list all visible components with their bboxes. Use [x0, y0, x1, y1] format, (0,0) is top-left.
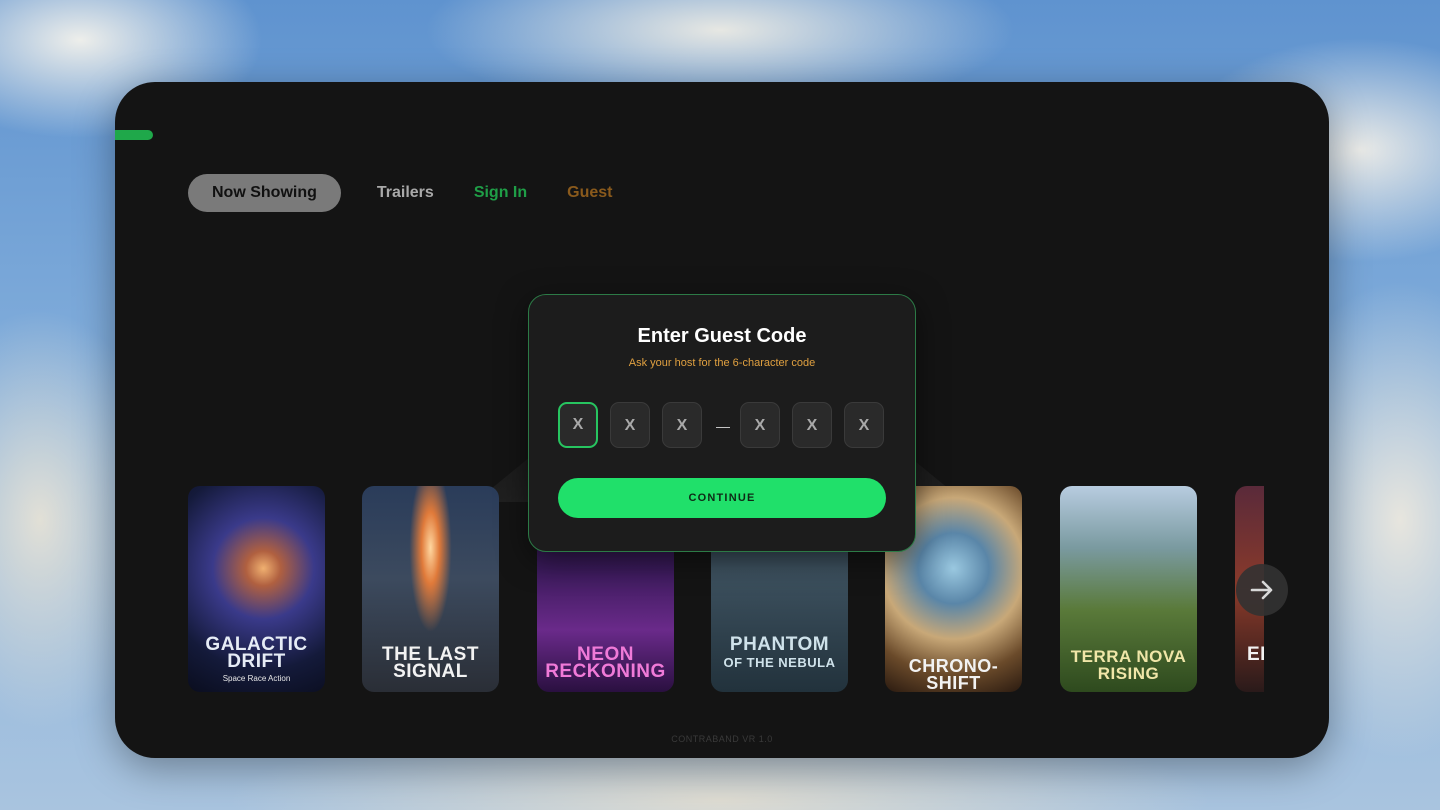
movie-title-line2: RECKONING	[545, 661, 666, 682]
continue-button[interactable]: CONTINUE	[558, 478, 886, 518]
nav-sign-in[interactable]: Sign In	[454, 174, 547, 212]
code-char-input-6[interactable]: X	[844, 402, 884, 448]
movie-title-line2: OF THE NEBULA	[723, 655, 836, 670]
code-char-input-3[interactable]: X	[662, 402, 702, 448]
movie-title-line2: RISING	[1097, 664, 1160, 683]
top-nav: Now Showing Trailers Sign In Guest	[188, 174, 632, 212]
accent-indicator	[115, 130, 153, 140]
code-char-input-5[interactable]: X	[792, 402, 832, 448]
movie-title-line2: SIGNAL	[393, 661, 468, 682]
movie-card-terra-nova-rising[interactable]: TERRA NOVA RISING	[1060, 486, 1197, 692]
guest-code-dialog: Enter Guest Code Ask your host for the 6…	[528, 294, 916, 552]
dialog-title: Enter Guest Code	[637, 325, 807, 347]
arrow-right-icon	[1250, 580, 1273, 600]
code-char-input-4[interactable]: X	[740, 402, 780, 448]
movie-tagline: Space Race Action	[222, 674, 291, 683]
code-separator: —	[716, 418, 730, 434]
nav-guest[interactable]: Guest	[547, 174, 632, 212]
nav-trailers[interactable]: Trailers	[357, 174, 454, 212]
movie-card-galactic-drift[interactable]: GALACTIC DRIFT Space Race Action	[188, 486, 325, 692]
dialog-subtitle: Ask your host for the 6-character code	[628, 357, 816, 369]
movie-title: NEON RECKONING	[537, 645, 674, 682]
code-char-input-1[interactable]: X	[558, 402, 598, 448]
movie-title: PHANTOM OF THE NEBULA	[711, 634, 848, 671]
code-input-group: X X X — X X X	[558, 402, 888, 450]
code-char-input-2[interactable]: X	[610, 402, 650, 448]
movie-title-line2: DRIFT	[227, 651, 286, 672]
movie-title-line1: EI	[1247, 644, 1264, 665]
movie-title: EI	[1235, 644, 1264, 665]
movie-title: GALACTIC DRIFT	[188, 635, 325, 672]
version-label: CONTRABAND VR 1.0	[671, 734, 773, 744]
movie-title-line1: CHRONO-SHIFT	[908, 656, 999, 692]
movie-title-line1: PHANTOM	[729, 634, 830, 655]
carousel-next-button[interactable]	[1236, 564, 1288, 616]
movie-title: THE LAST SIGNAL	[362, 645, 499, 682]
movie-title: TERRA NOVA RISING	[1060, 648, 1197, 682]
movie-card-the-last-signal[interactable]: THE LAST SIGNAL	[362, 486, 499, 692]
nav-now-showing[interactable]: Now Showing	[188, 174, 341, 212]
movie-title: CHRONO-SHIFT	[885, 656, 1022, 692]
